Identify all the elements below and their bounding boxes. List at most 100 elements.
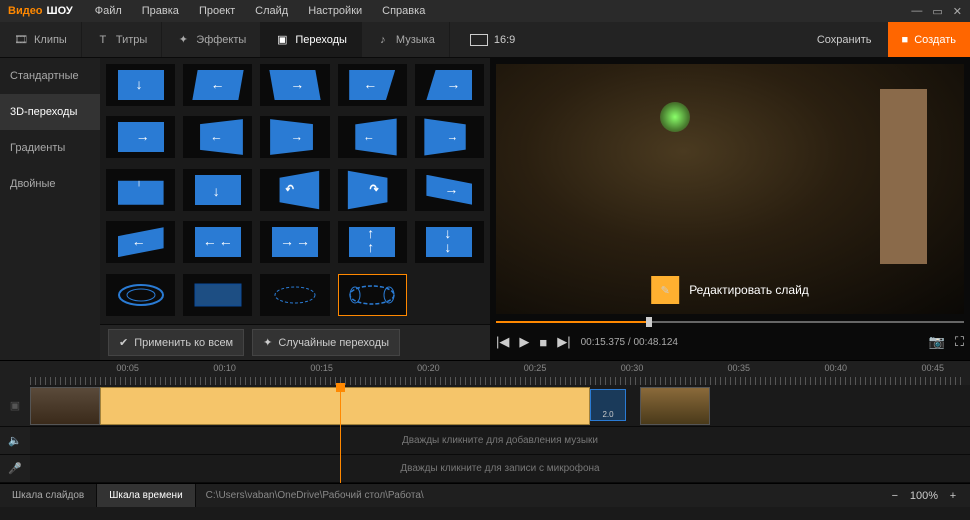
transition-thumb[interactable]: ← — [183, 116, 252, 158]
transition-thumb[interactable]: ↷ — [338, 169, 407, 211]
transition-thumb[interactable]: ← — [183, 64, 252, 106]
transition-thumb[interactable]: ↓ — [106, 64, 175, 106]
transition-thumb[interactable]: →→ — [260, 221, 329, 263]
apply-all-label: Применить ко всем — [134, 337, 233, 349]
tab-clips[interactable]: 🎞 Клипы — [0, 22, 82, 57]
transition-thumb[interactable] — [260, 274, 329, 316]
snapshot-button[interactable]: 📷 — [929, 334, 945, 350]
toolbar-right: Сохранить ■ Создать — [801, 22, 970, 57]
close-icon[interactable]: ✕ — [953, 5, 962, 18]
statusbar: Шкала слайдов Шкала времени C:\Users\vab… — [0, 483, 970, 507]
transition-thumb[interactable]: → — [415, 64, 484, 106]
transition-thumb[interactable]: → — [106, 116, 175, 158]
transition-thumb[interactable] — [106, 274, 175, 316]
clip-thumbnail[interactable] — [30, 387, 100, 425]
save-button[interactable]: Сохранить — [801, 22, 888, 57]
transition-thumb[interactable]: → — [260, 116, 329, 158]
preview-seekbar[interactable] — [496, 318, 964, 326]
sidebar-item-double[interactable]: Двойные — [0, 166, 100, 202]
video-track[interactable]: ▣ 2.0 — [0, 385, 970, 427]
preview-panel: ✎ Редактировать слайд |◀ ▶ ■ ▶| 00:15.37… — [490, 58, 970, 360]
transition-thumb[interactable]: ← — [106, 221, 175, 263]
transition-thumb[interactable]: ↓↓ — [415, 221, 484, 263]
tab-transitions-label: Переходы — [295, 34, 347, 46]
transition-thumb[interactable]: ↑↑ — [338, 221, 407, 263]
video-track-icon: ▣ — [0, 385, 30, 426]
minimize-icon[interactable]: — — [911, 5, 922, 18]
aspect-label: 16:9 — [494, 34, 515, 46]
ruler-mark: 00:15 — [310, 363, 333, 373]
tab-transitions[interactable]: ▣ Переходы — [261, 22, 362, 57]
seek-handle[interactable] — [646, 317, 652, 327]
ruler-mark: 00:30 — [621, 363, 644, 373]
menu-edit[interactable]: Правка — [134, 5, 187, 17]
random-transitions-button[interactable]: ✦ Случайные переходы — [252, 329, 400, 356]
music-track[interactable]: 🔈 Дважды кликните для добавления музыки — [0, 427, 970, 455]
tab-music[interactable]: ♪ Музыка — [362, 22, 450, 57]
transition-thumb[interactable]: ↑ — [106, 169, 175, 211]
transition-thumb[interactable]: → — [260, 64, 329, 106]
zoom-control: − 100% + — [888, 490, 970, 502]
tab-effects[interactable]: ✦ Эффекты — [162, 22, 261, 57]
transition-thumb[interactable]: ← — [338, 64, 407, 106]
preview-canvas[interactable]: ✎ Редактировать слайд — [496, 64, 964, 314]
tab-slide-scale[interactable]: Шкала слайдов — [0, 484, 97, 507]
menu-help[interactable]: Справка — [374, 5, 433, 17]
menu-project[interactable]: Проект — [191, 5, 243, 17]
zoom-out-button[interactable]: − — [888, 490, 902, 502]
playhead[interactable] — [340, 385, 341, 483]
video-clip[interactable] — [100, 387, 590, 425]
brand-part-a: Видео — [8, 5, 43, 17]
maximize-icon[interactable]: ▭ — [932, 5, 942, 18]
tab-titles[interactable]: T Титры — [82, 22, 162, 57]
edit-slide-button[interactable]: ✎ — [651, 276, 679, 304]
music-icon: ♪ — [376, 33, 390, 47]
transition-actions-bar: ✔ Применить ко всем ✦ Случайные переходы — [100, 324, 490, 360]
sidebar-item-standard[interactable]: Стандартные — [0, 58, 100, 94]
total-time: 00:48.124 — [633, 337, 678, 348]
transition-thumb-selected[interactable] — [338, 274, 407, 316]
mic-placeholder: Дважды кликните для записи с микрофона — [400, 463, 599, 474]
fullscreen-button[interactable]: ⛶ — [955, 334, 964, 350]
shuffle-icon: ✦ — [263, 336, 272, 349]
project-path: C:\Users\vaban\OneDrive\Рабочий стол\Раб… — [196, 490, 434, 501]
mic-track[interactable]: 🎤 Дважды кликните для записи с микрофона — [0, 455, 970, 483]
transition-thumb[interactable]: → — [415, 169, 484, 211]
tab-time-scale[interactable]: Шкала времени — [97, 484, 195, 507]
transition-thumb[interactable]: ↶ — [260, 169, 329, 211]
sidebar-item-3d[interactable]: 3D-переходы — [0, 94, 100, 130]
ruler-mark: 00:10 — [213, 363, 236, 373]
zoom-in-button[interactable]: + — [946, 490, 960, 502]
transitions-panel: ↓ ← → ← → → ← → ← → ↑ ↓ ↶ ↷ → ← ←← →→ ↑↑… — [100, 58, 490, 360]
current-time: 00:15.375 — [581, 337, 626, 348]
tab-clips-label: Клипы — [34, 34, 67, 46]
clip-thumbnail[interactable] — [640, 387, 710, 425]
transition-thumb[interactable]: ←← — [183, 221, 252, 263]
window-controls: — ▭ ✕ — [911, 5, 962, 18]
transition-thumb[interactable]: ← — [338, 116, 407, 158]
timeline-ruler[interactable]: 00:05 00:10 00:15 00:20 00:25 00:30 00:3… — [0, 361, 970, 385]
menu-settings[interactable]: Настройки — [300, 5, 370, 17]
sparkle-icon: ✦ — [176, 33, 190, 47]
play-button[interactable]: ▶ — [519, 334, 529, 350]
transition-thumb[interactable] — [183, 274, 252, 316]
prev-button[interactable]: |◀ — [496, 334, 509, 350]
mic-icon: 🎤 — [0, 455, 30, 482]
transition-thumb[interactable]: → — [415, 116, 484, 158]
stop-button[interactable]: ■ — [539, 335, 547, 350]
create-label: Создать — [914, 34, 956, 46]
transition-clip[interactable]: 2.0 — [590, 389, 626, 421]
menu-file[interactable]: Файл — [87, 5, 130, 17]
ruler-mark: 00:35 — [728, 363, 751, 373]
sidebar-item-gradients[interactable]: Градиенты — [0, 130, 100, 166]
next-button[interactable]: ▶| — [557, 334, 570, 350]
menu-slide[interactable]: Слайд — [247, 5, 296, 17]
aspect-ratio-selector[interactable]: 16:9 — [470, 34, 515, 46]
random-label: Случайные переходы — [278, 337, 389, 349]
transition-thumb[interactable]: ↓ — [183, 169, 252, 211]
toolbar: 🎞 Клипы T Титры ✦ Эффекты ▣ Переходы ♪ М… — [0, 22, 970, 58]
check-icon: ✔ — [119, 336, 128, 349]
apply-all-button[interactable]: ✔ Применить ко всем — [108, 329, 244, 356]
create-button[interactable]: ■ Создать — [888, 22, 970, 57]
text-icon: T — [96, 33, 110, 47]
